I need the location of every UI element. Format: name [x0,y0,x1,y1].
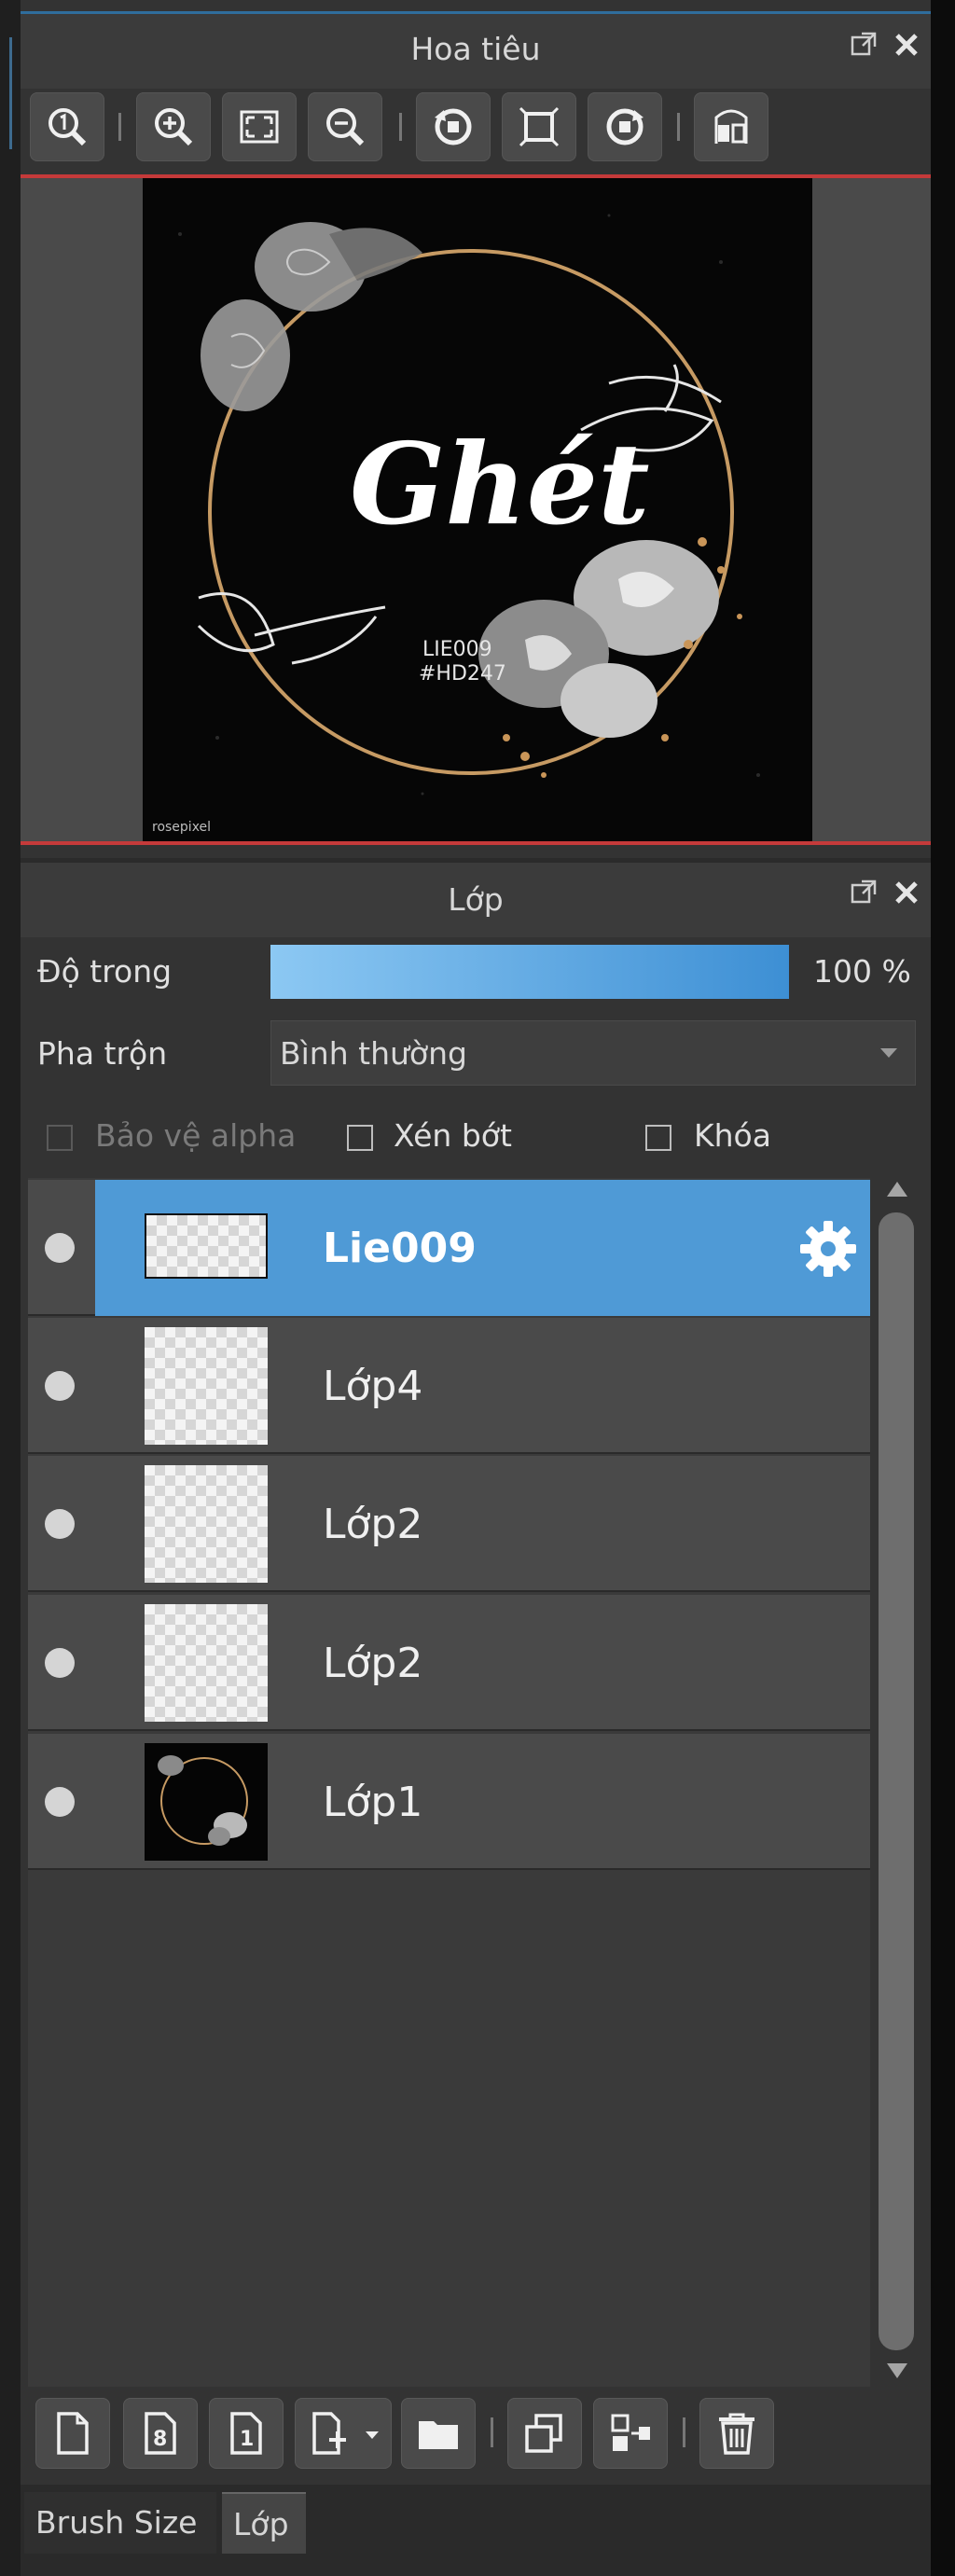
new-layer-icon [57,2412,89,2455]
visibility-toggle[interactable] [45,1233,75,1263]
opacity-label: Độ trong [37,953,173,990]
visibility-toggle[interactable] [45,1787,75,1817]
layer-thumbnail [145,1213,268,1279]
left-edge-strip [0,0,21,2576]
folder-icon [419,2421,458,2449]
new-1bit-layer-icon: 1 [230,2412,262,2455]
toolbar-separator [399,113,402,141]
fit-screen-icon [240,110,279,144]
new-1bit-layer-button[interactable]: 1 [209,2398,284,2469]
visibility-toggle[interactable] [45,1648,75,1678]
add-layer-menu-button[interactable] [295,2398,392,2469]
toolbar-separator [677,113,680,141]
lock-label: Khóa [694,1117,771,1154]
delete-layer-button[interactable] [699,2398,774,2469]
layer-name: Lie009 [323,1225,477,1272]
layer-row-lop2[interactable]: Lớp2 [28,1595,870,1731]
artwork-thumbnail [158,1755,248,1846]
rotate-right-button[interactable] [588,92,662,161]
protect-alpha-label: Bảo vệ alpha [95,1117,297,1154]
merge-down-icon [611,2414,650,2451]
layer-thumbnail [145,1465,268,1583]
toolbar-separator [118,113,121,141]
new-8bit-layer-button[interactable]: 8 [123,2398,198,2469]
zoom-in-button[interactable] [136,92,211,161]
rotate-left-button[interactable] [416,92,491,161]
chevron-down-icon [366,2431,379,2439]
duplicate-layer-button[interactable] [507,2398,582,2469]
scroll-down-arrow-icon[interactable] [887,2363,907,2378]
fit-window-icon [519,106,560,147]
opacity-value: 100 % [813,953,911,990]
rose-bottom-right [478,540,719,738]
new-folder-button[interactable] [401,2398,476,2469]
layer-name: Lớp2 [323,1501,423,1548]
scroll-up-arrow-icon[interactable] [887,1182,907,1197]
rotate-right-icon [606,108,644,145]
close-icon[interactable] [892,30,921,60]
toolbar-separator [491,2417,493,2447]
artwork-line1: LIE009 [422,638,492,661]
layer-name: Lớp4 [323,1363,423,1410]
close-icon[interactable] [892,878,921,907]
artwork-headline: Ghét [350,419,650,550]
blend-mode-value: Bình thường [280,1035,467,1072]
layer-thumbnail [145,1327,268,1445]
preview-border-bottom [21,841,931,845]
new-8bit-layer-icon: 8 [145,2412,176,2455]
delete-icon [719,2413,754,2455]
merge-down-button[interactable] [593,2398,668,2469]
rotate-left-icon [435,108,472,145]
zoom-in-icon [155,108,193,146]
new-layer-button[interactable] [35,2398,110,2469]
gear-icon[interactable] [798,1219,858,1279]
clipping-checkbox[interactable] [347,1125,373,1151]
layer-row-lop2[interactable]: Lớp2 [28,1456,870,1592]
popout-icon[interactable] [849,30,879,60]
chevron-down-icon [880,1048,897,1058]
layer-row-lop1[interactable]: Lớp1 [28,1734,870,1870]
visibility-toggle[interactable] [45,1371,75,1401]
navigator-title: Hoa tiêu [410,31,541,67]
svg-text:8: 8 [153,2428,167,2451]
layer-name: Lớp2 [323,1640,423,1687]
tab-layer[interactable]: Lớp [222,2492,306,2554]
fit-screen-button[interactable] [222,92,297,161]
opacity-slider[interactable] [270,945,789,999]
navigator-artwork: Ghét LIE009 #HD247 rosepixel [143,178,812,841]
artwork-line2: #HD247 [419,662,506,686]
artwork-watermark: rosepixel [152,820,211,835]
fit-window-button[interactable] [502,92,576,161]
popout-icon[interactable] [849,878,879,907]
layer-thumbnail [145,1604,268,1722]
navigator-header: Hoa tiêu [21,14,931,89]
layer-thumbnail [145,1743,268,1861]
toolbar-separator [683,2417,685,2447]
layer-row-lop4[interactable]: Lớp4 [28,1318,870,1454]
layer-panel-title: Lớp [448,881,504,918]
clipping-label: Xén bớt [394,1117,512,1154]
layer-row-lie009[interactable]: Lie009 [28,1180,870,1316]
flip-horizontal-button[interactable] [694,92,768,161]
duplicate-layer-icon [525,2414,562,2453]
layer-header: Lớp [21,863,931,937]
flip-horizontal-icon [714,109,748,144]
artwork-graphic: Ghét LIE009 #HD247 rosepixel [152,214,760,835]
zoom-actual-icon [48,108,87,146]
tab-brush-size[interactable]: Brush Size [24,2492,216,2554]
visibility-toggle[interactable] [45,1509,75,1539]
protect-alpha-checkbox[interactable] [47,1125,73,1151]
left-edge-accent [9,37,12,149]
right-margin [931,0,955,2576]
add-layer-menu-icon [312,2412,346,2455]
blend-label: Pha trộn [37,1035,168,1072]
layer-name: Lớp1 [323,1779,423,1826]
zoom-out-icon [326,108,365,146]
zoom-actual-button[interactable] [30,92,104,161]
lock-checkbox[interactable] [645,1125,671,1151]
zoom-out-button[interactable] [308,92,382,161]
scrollbar-thumb[interactable] [879,1212,914,2350]
svg-text:1: 1 [240,2428,254,2451]
